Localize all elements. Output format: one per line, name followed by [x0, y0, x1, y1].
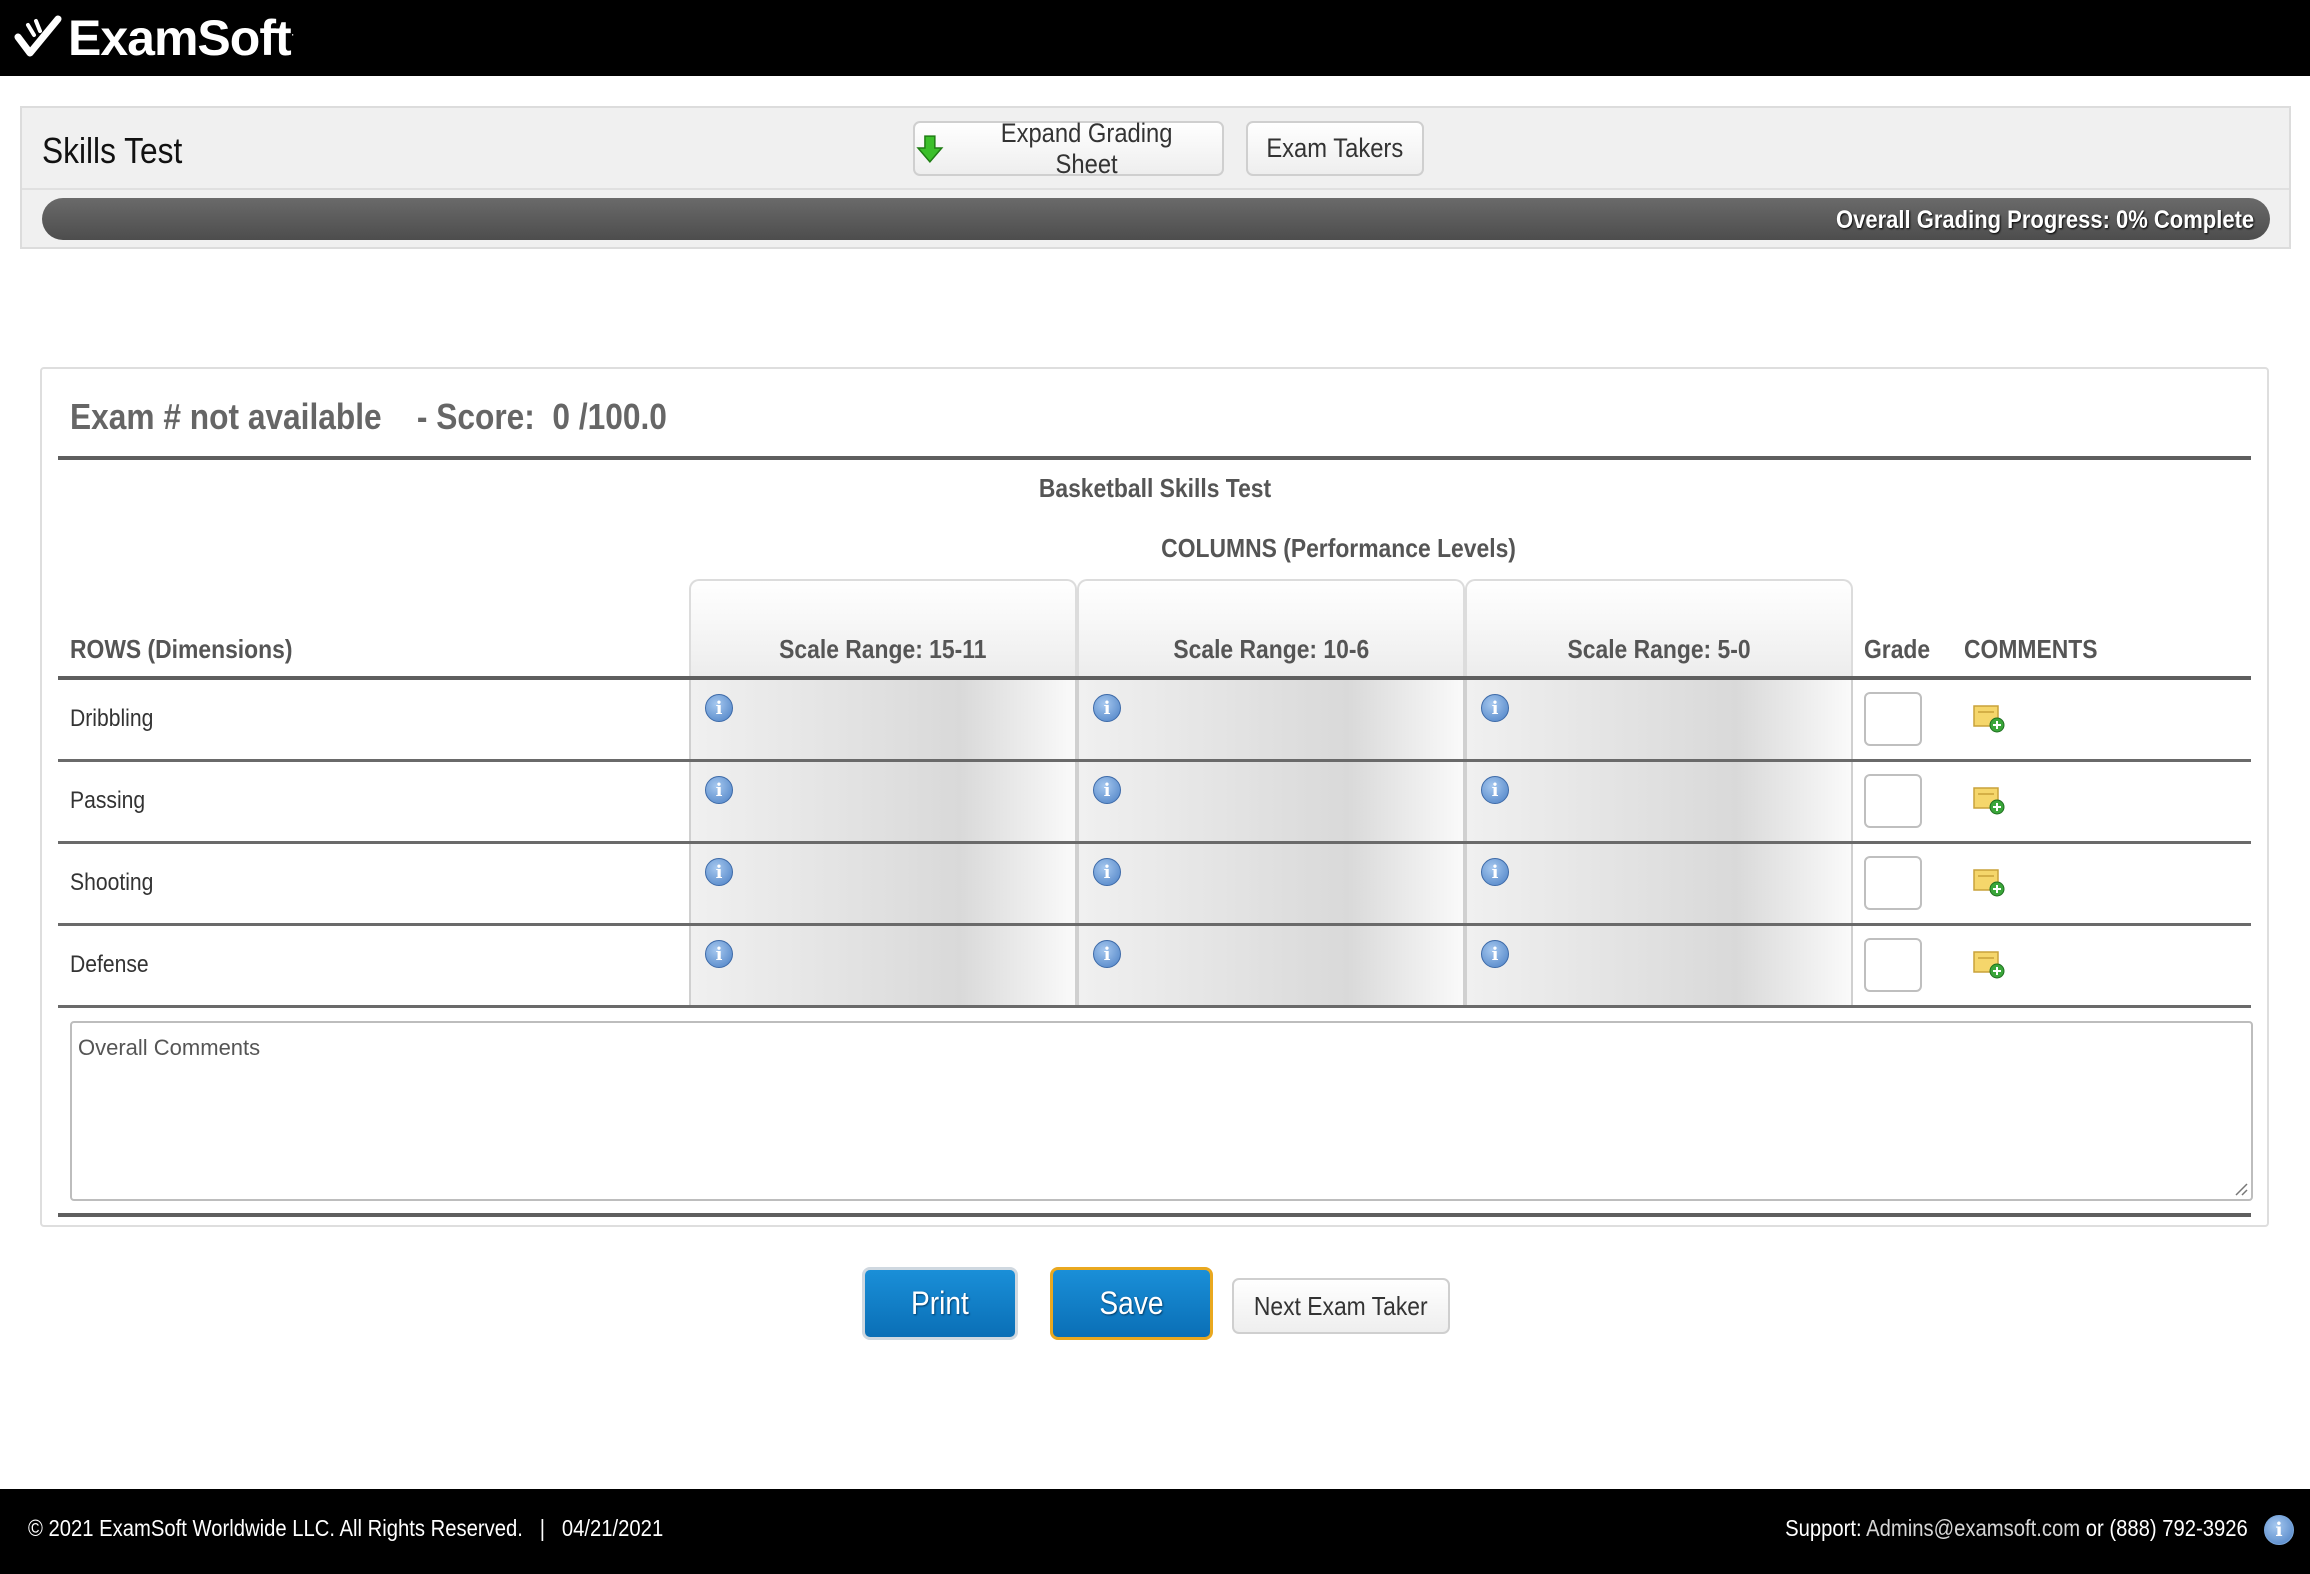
rubric-cell[interactable] [1077, 926, 1465, 1005]
support-email-link[interactable]: Admins@examsoft.com [1866, 1515, 2080, 1541]
top-bar: ExamSoft · [0, 0, 2310, 76]
row-label-shooting: Shooting [70, 869, 154, 896]
row-divider [58, 1005, 2251, 1008]
overall-comments-textarea[interactable] [70, 1021, 2253, 1201]
rubric-cell[interactable] [689, 844, 1077, 923]
row-label-dribbling: Dribbling [70, 705, 154, 732]
resize-grip-icon[interactable] [2232, 1180, 2248, 1196]
info-icon[interactable] [705, 694, 733, 722]
next-exam-taker-button[interactable]: Next Exam Taker [1232, 1278, 1450, 1334]
page-title: Skills Test [42, 130, 183, 171]
exam-takers-label: Exam Takers [1266, 133, 1404, 163]
add-comment-icon[interactable] [1972, 702, 2006, 734]
info-icon[interactable] [705, 858, 733, 886]
grade-input-dribbling[interactable] [1864, 692, 1922, 746]
save-button[interactable]: Save [1050, 1267, 1213, 1340]
bottom-rule [58, 1213, 2251, 1217]
info-icon[interactable] [1093, 858, 1121, 886]
grade-header: Grade [1864, 634, 1931, 664]
row-label-defense: Defense [70, 951, 149, 978]
rubric-cell[interactable] [689, 680, 1077, 759]
exam-takers-button[interactable]: Exam Takers [1246, 121, 1424, 176]
header-panel: Skills Test Expand Grading Sheet Exam Ta… [20, 106, 2291, 249]
info-icon[interactable] [1481, 940, 1509, 968]
info-icon[interactable] [1093, 940, 1121, 968]
checkmark-logo-icon [14, 15, 62, 57]
title-rule [58, 456, 2251, 460]
info-icon[interactable] [705, 776, 733, 804]
scale-header-3: Scale Range: 5-0 [1465, 579, 1853, 684]
save-button-label: Save [1099, 1285, 1164, 1321]
info-icon[interactable] [1093, 694, 1121, 722]
columns-title-text: COLUMNS (Performance Levels) [1161, 533, 1517, 563]
progress-text: Overall Grading Progress: 0% Complete [1835, 206, 2254, 234]
rubric-cell[interactable] [1077, 762, 1465, 841]
info-icon[interactable] [2264, 1515, 2294, 1545]
test-name-text: Basketball Skills Test [1038, 473, 1271, 503]
next-exam-taker-label: Next Exam Taker [1254, 1290, 1428, 1321]
brand-name: ExamSoft [68, 10, 292, 66]
print-button-label: Print [911, 1285, 969, 1321]
add-comment-icon[interactable] [1972, 784, 2006, 816]
info-icon[interactable] [1481, 776, 1509, 804]
scale-header-3-label: Scale Range: 5-0 [1567, 634, 1751, 664]
rows-header: ROWS (Dimensions) [70, 634, 293, 664]
info-icon[interactable] [705, 940, 733, 968]
rubric-cell[interactable] [1077, 680, 1465, 759]
scale-header-2: Scale Range: 10-6 [1077, 579, 1465, 684]
scale-header-1-label: Scale Range: 15-11 [779, 634, 987, 664]
download-arrow-icon [916, 134, 944, 163]
info-icon[interactable] [1481, 858, 1509, 886]
info-icon[interactable] [1093, 776, 1121, 804]
grading-progress-bar: Overall Grading Progress: 0% Complete [42, 198, 2270, 240]
header-divider [22, 188, 2289, 190]
rubric-cell[interactable] [689, 926, 1077, 1005]
exam-score-title: Exam # not available - Score: 0 /100.0 [70, 396, 667, 437]
add-comment-icon[interactable] [1972, 948, 2006, 980]
rubric-cell[interactable] [1465, 762, 1853, 841]
print-button[interactable]: Print [862, 1267, 1018, 1340]
rubric-cell[interactable] [689, 762, 1077, 841]
rubric-cell[interactable] [1465, 680, 1853, 759]
rubric-cell[interactable] [1077, 844, 1465, 923]
row-label-passing: Passing [70, 787, 146, 814]
info-icon[interactable] [1481, 694, 1509, 722]
footer-support: Support: Admins@examsoft.com or (888) 79… [1785, 1515, 2248, 1542]
rubric-cell[interactable] [1465, 844, 1853, 923]
support-phone: or (888) 792-3926 [2080, 1515, 2248, 1541]
expand-grading-sheet-button[interactable]: Expand Grading Sheet [913, 118, 1224, 179]
scale-header-1: Scale Range: 15-11 [689, 579, 1077, 684]
comments-header: COMMENTS [1964, 634, 2098, 664]
grade-input-defense[interactable] [1864, 938, 1922, 992]
brand-trademark: · [290, 27, 295, 41]
add-comment-icon[interactable] [1972, 866, 2006, 898]
test-name: Basketball Skills Test [42, 473, 2267, 504]
grade-input-shooting[interactable] [1864, 856, 1922, 910]
grading-card: Exam # not available - Score: 0 /100.0 B… [40, 367, 2269, 1227]
rubric-cell[interactable] [1465, 926, 1853, 1005]
grade-input-passing[interactable] [1864, 774, 1922, 828]
columns-title: COLUMNS (Performance Levels) [1102, 533, 1576, 564]
footer-copyright: © 2021 ExamSoft Worldwide LLC. All Right… [28, 1515, 664, 1541]
examsoft-logo[interactable]: ExamSoft · [14, 9, 295, 67]
expand-grading-sheet-label: Expand Grading Sheet [1000, 117, 1173, 179]
scale-header-2-label: Scale Range: 10-6 [1173, 634, 1369, 664]
footer: © 2021 ExamSoft Worldwide LLC. All Right… [0, 1489, 2310, 1574]
support-label: Support: [1785, 1515, 1867, 1541]
